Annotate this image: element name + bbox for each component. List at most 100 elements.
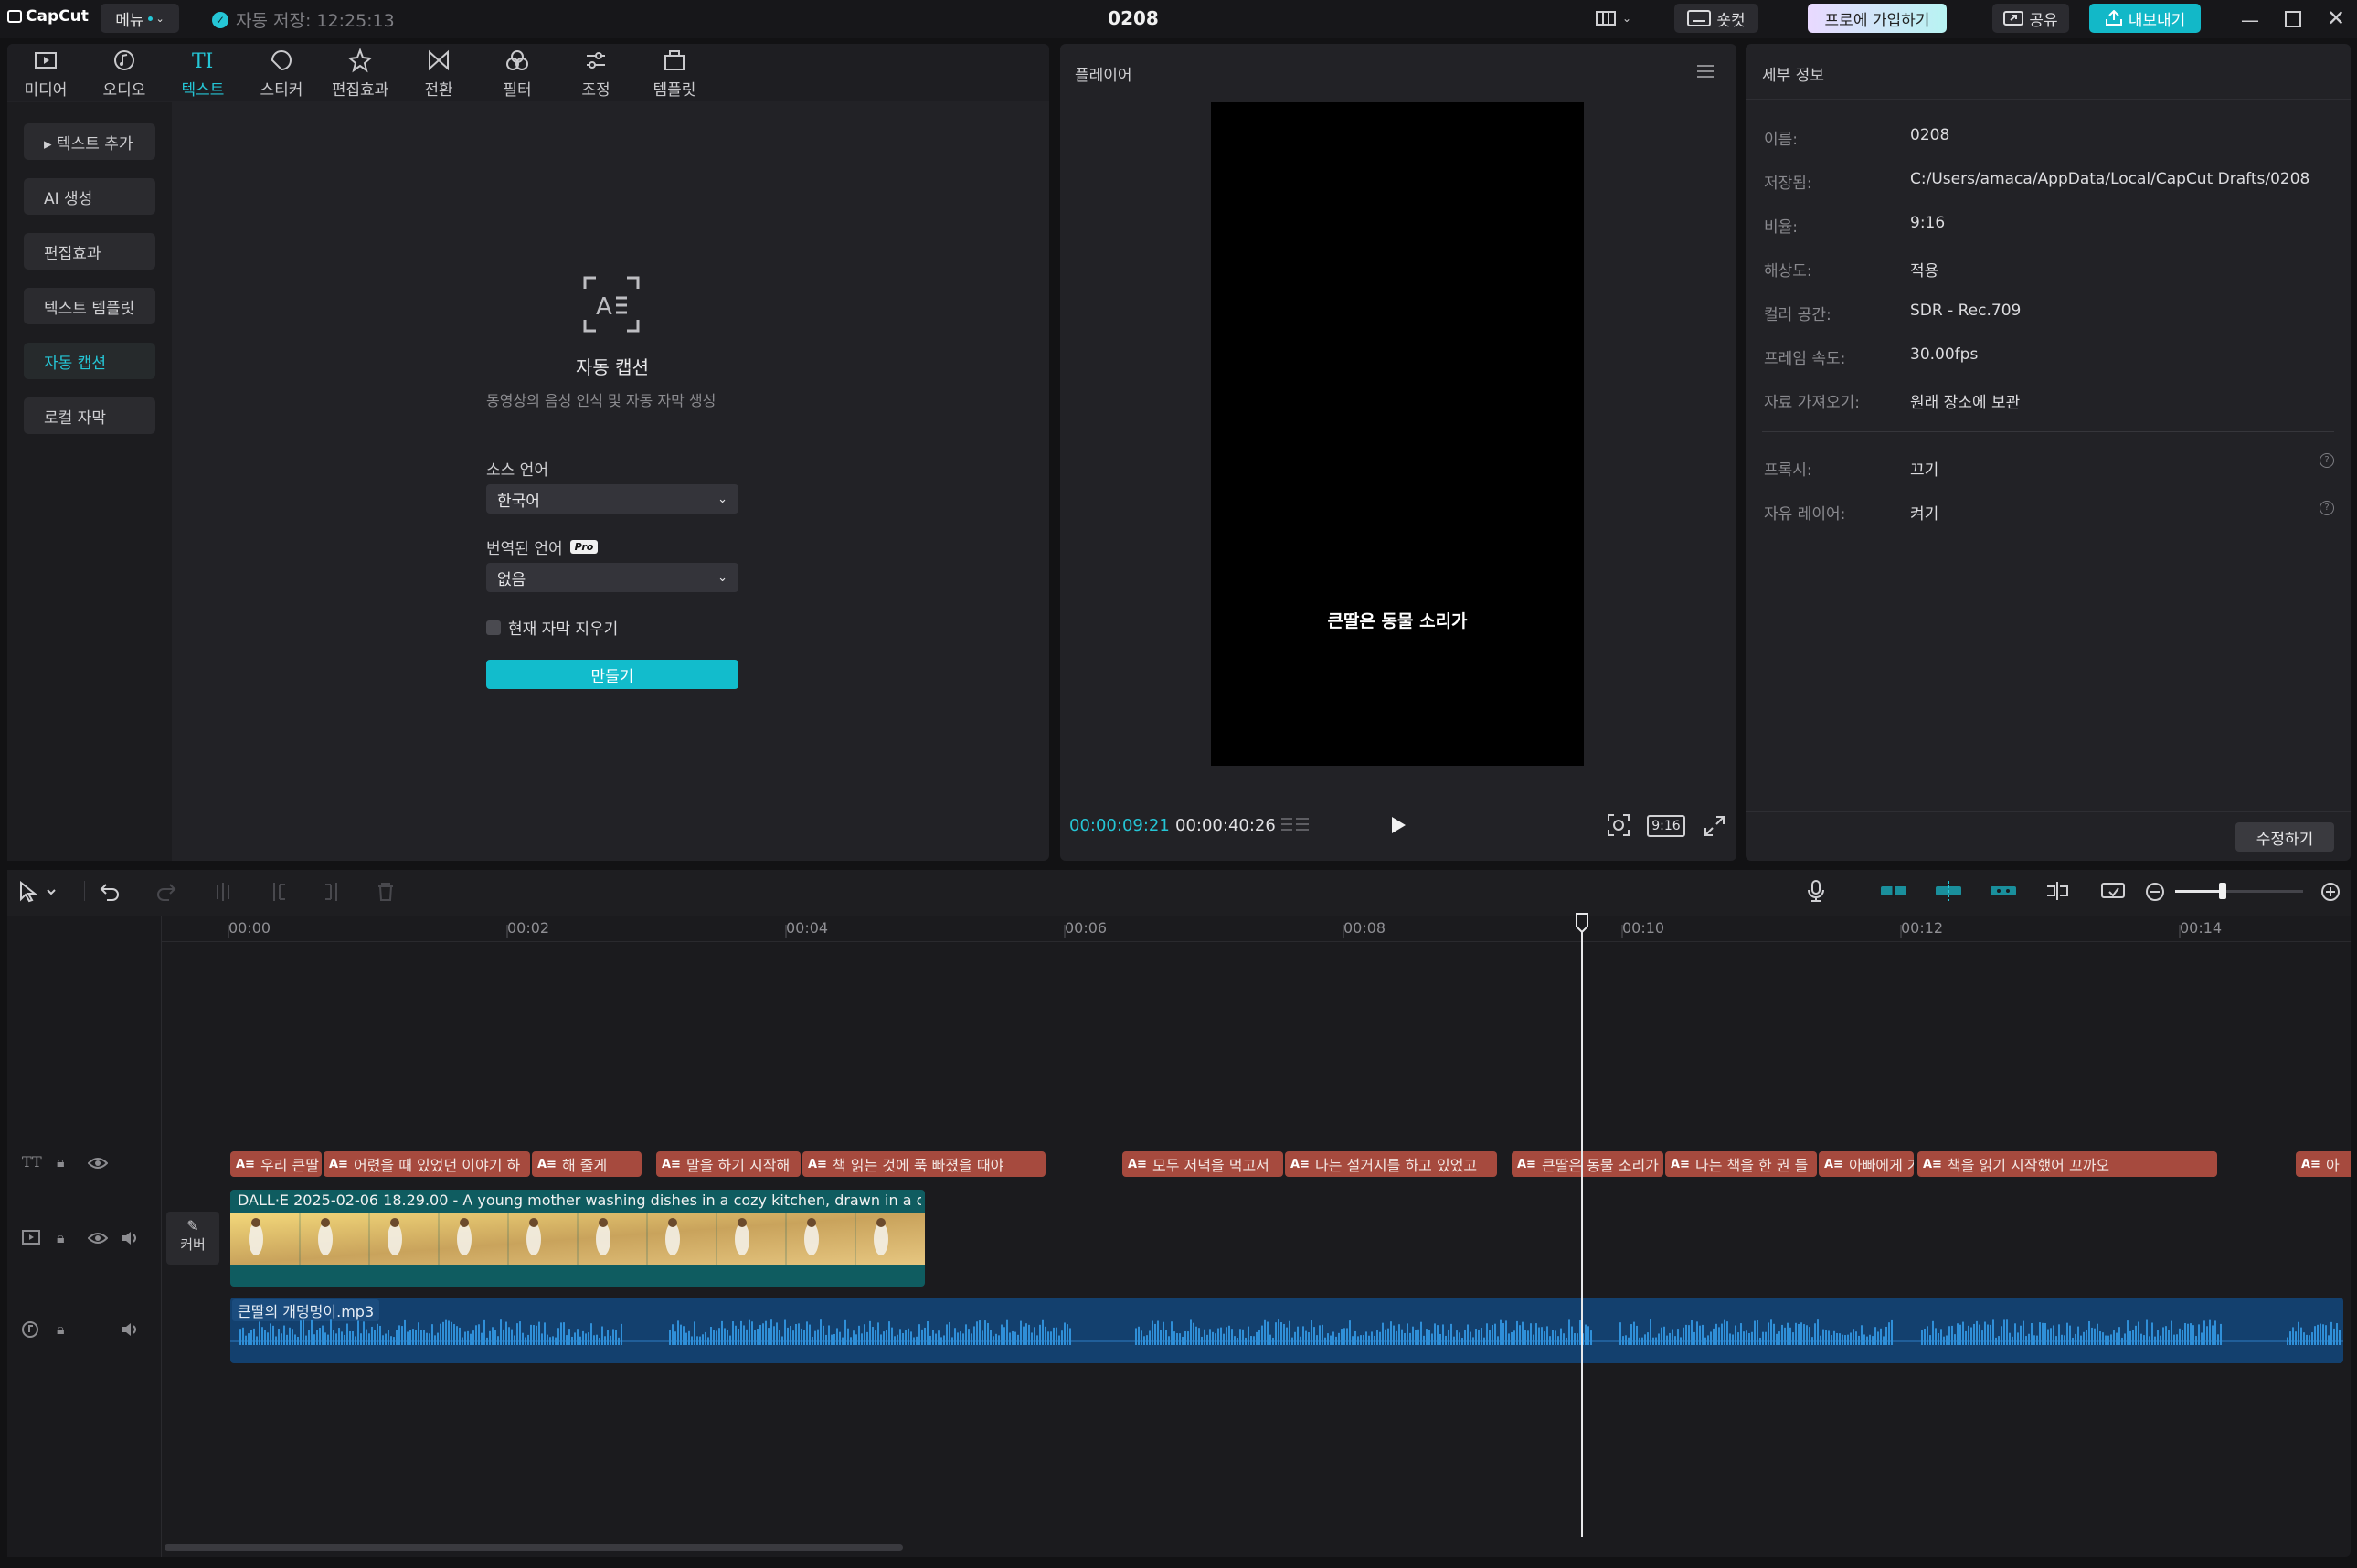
text-clip[interactable]: A≡ 나는 책을 한 권 들 [1665,1151,1817,1177]
linkage-icon[interactable] [1989,883,2018,899]
zoom-slider-handle[interactable] [2219,883,2226,899]
fit-screen-icon[interactable] [1607,813,1630,837]
speaker-icon[interactable] [121,1230,141,1246]
player-menu-icon[interactable] [1696,64,1715,79]
text-clip[interactable]: A≡ 모두 저녁을 먹고서 [1122,1151,1283,1177]
tab-filter-label: 필터 [503,81,532,100]
timeline-scrollbar[interactable] [165,1544,903,1551]
clear-captions-option[interactable]: 현재 자막 지우기 [486,616,618,639]
tab-transition-label: 전환 [424,81,453,100]
text-clip[interactable]: A≡ 큰딸은 동물 소리가 [1512,1151,1663,1177]
share-button[interactable]: 공유 [1992,4,2069,33]
play-icon[interactable] [1389,815,1407,835]
eye-icon[interactable] [88,1157,108,1170]
speaker-icon[interactable] [121,1321,141,1338]
playhead-handle[interactable] [1575,912,1589,934]
lock-icon[interactable]: 🔒︎ [57,1153,65,1171]
menu-button[interactable]: 메뉴 ⌄ [101,4,179,33]
text-clip[interactable]: A≡ 아빠에게 가 [1819,1151,1914,1177]
tab-effects-label: 편집효과 [331,81,389,100]
screen-cast-icon[interactable] [2100,881,2126,903]
layout-button[interactable]: ⌄ [1583,4,1643,33]
lock-icon[interactable]: 🔒︎ [57,1320,65,1339]
split-icon [217,883,229,901]
text-clip[interactable]: A≡ 아 [2296,1151,2351,1177]
clear-captions-checkbox[interactable] [486,620,501,635]
source-language-select[interactable]: 한국어 ⌄ [486,484,738,514]
tab-template[interactable]: 템플릿 [638,48,711,100]
project-title: 0208 [1108,7,1159,29]
shortcut-button[interactable]: 숏컷 [1674,4,1758,33]
preview-axis-icon[interactable] [2044,881,2071,901]
audio-clip[interactable]: 큰딸의 개멍멍이.mp3 [230,1298,2343,1363]
undo-icon[interactable] [99,881,121,903]
sidebar-item-add-text[interactable]: ▸ 텍스트 추가 [24,123,155,160]
text-clip[interactable]: A≡ 나는 설거지를 하고 있었고 [1285,1151,1497,1177]
detail-key: 컬러 공간: [1764,306,1831,324]
tab-text[interactable]: TI 텍스트 [166,48,239,100]
text-clip[interactable]: A≡ 해 줄게 [532,1151,642,1177]
video-preview[interactable] [1211,102,1584,766]
text-clip-icon: A≡ [537,1157,557,1171]
tab-audio-label: 오디오 [102,81,146,100]
close-icon[interactable]: ✕ [2327,5,2345,31]
export-button[interactable]: 내보내기 [2089,4,2201,33]
split-right-icon [325,883,337,901]
tab-adjust[interactable]: 조정 [559,48,632,100]
tab-audio[interactable]: 오디오 [88,48,161,100]
sidebar-item-local-caption[interactable]: 로컬 자막 [24,397,155,434]
detail-key: 프록시: [1764,461,1812,480]
auto-snap-icon[interactable] [1934,879,1963,903]
minimize-icon[interactable]: — [2241,9,2259,31]
aspect-ratio-button[interactable]: 9:16 [1647,815,1685,837]
proxy-help-icon[interactable]: ? [2320,453,2334,468]
video-clip[interactable]: DALL·E 2025-02-06 18.29.00 - A young mot… [230,1190,925,1287]
translated-language-select[interactable]: 없음 ⌄ [486,563,738,592]
detail-key: 프레임 속도: [1764,350,1846,368]
lock-icon[interactable]: 🔒︎ [57,1229,65,1247]
sidebar-item-ai-generate[interactable]: AI 생성 [24,178,155,215]
pro-signup-button[interactable]: 프로에 가입하기 [1808,4,1947,33]
text-clip-label: 나는 설거지를 하고 있었고 [1314,1157,1478,1174]
tab-filter[interactable]: 필터 [481,48,554,100]
app-name: CapCut [26,7,89,26]
zoom-out-icon[interactable] [2144,881,2166,903]
details-footer-divider [1746,811,2351,812]
create-captions-button[interactable]: 만들기 [486,660,738,689]
tab-media-label: 미디어 [24,81,68,100]
chevron-down-icon: ⌄ [155,12,165,25]
text-clip[interactable]: A≡ 어렸을 때 있었던 이야기 하 [324,1151,530,1177]
main-track-magnet-icon[interactable] [1879,883,1908,899]
zoom-in-icon[interactable] [2320,881,2341,903]
video-track-icon [22,1230,40,1245]
eye-icon[interactable] [88,1232,108,1245]
text-clip[interactable]: A≡ 책 읽는 것에 푹 빠졌을 때야 [802,1151,1046,1177]
playhead[interactable] [1581,914,1583,1537]
tab-sticker[interactable]: 스티커 [245,48,318,100]
fullscreen-icon[interactable] [1704,815,1725,837]
sidebar-item-effects[interactable]: 편집효과 [24,233,155,270]
free-layer-help-icon[interactable]: ? [2320,501,2334,515]
sidebar-item-auto-caption[interactable]: 자동 캡션 [24,343,155,379]
autosave-status: ✓ 자동 저장: 12:25:13 [212,7,395,32]
cover-button[interactable]: ✎ 커버 [166,1212,219,1265]
sidebar-item-label: 텍스트 템플릿 [44,299,135,318]
sidebar-item-text-template[interactable]: 텍스트 템플릿 [24,288,155,324]
template-icon [664,50,685,70]
tab-effects[interactable]: 편집효과 [324,48,397,100]
text-clip[interactable]: A≡ 책을 읽기 시작했어 꼬까오 [1917,1151,2217,1177]
text-clip-label: 말을 하기 시작해 [685,1157,791,1174]
select-tool-icon[interactable] [18,881,60,903]
text-clip[interactable]: A≡ 말을 하기 시작해 [656,1151,801,1177]
microphone-icon[interactable] [1806,879,1826,903]
details-section-divider [1762,431,2334,432]
edit-details-button[interactable]: 수정하기 [2235,822,2334,852]
tab-transition[interactable]: 전환 [402,48,475,100]
text-clip[interactable]: A≡ 우리 큰딸 [230,1151,322,1177]
video-clip-label: DALL·E 2025-02-06 18.29.00 - A young mot… [238,1192,921,1209]
maximize-icon[interactable] [2285,11,2301,27]
title-bar: CapCut 메뉴 ⌄ ✓ 자동 저장: 12:25:13 0208 ⌄ 숏컷 … [0,0,2357,38]
text-clip-icon: A≡ [1923,1157,1942,1171]
timecode-list-icon[interactable] [1279,815,1311,835]
tab-media[interactable]: 미디어 [9,48,82,100]
